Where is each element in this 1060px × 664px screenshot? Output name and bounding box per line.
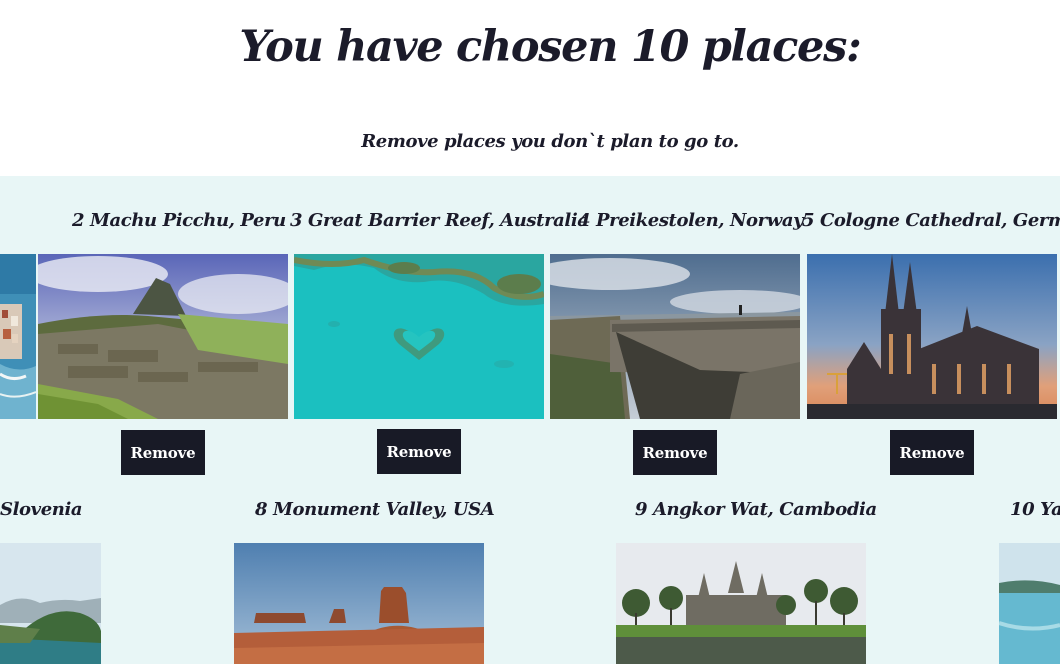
remove-button-machu-picchu[interactable]: Remove (121, 430, 205, 475)
place-label-angkor-wat: 9 Angkor Wat, Cambodia (635, 499, 877, 520)
page-title: You have chosen 10 places: (239, 22, 861, 72)
remove-button-cologne-cathedral[interactable]: Remove (890, 430, 974, 475)
place-label-monument-valley: 8 Monument Valley, USA (255, 499, 495, 520)
place-label-slovenia: Slovenia (0, 499, 83, 520)
place-photo-partial-coast (0, 254, 36, 419)
place-photo-cologne-cathedral (807, 254, 1057, 419)
place-photo-slovenia (0, 543, 101, 664)
place-photo-monument-valley (234, 543, 484, 664)
remove-button-great-barrier-reef[interactable]: Remove (377, 429, 461, 474)
place-photo-angkor-wat (616, 543, 866, 664)
place-photo-partial-10 (999, 543, 1060, 664)
place-label-cologne-cathedral: 5 Cologne Cathedral, Germany (802, 210, 1060, 231)
places-gallery: 2 Machu Picchu, Peru 3 Great Barrier Ree… (0, 176, 1060, 664)
place-photo-great-barrier-reef (294, 254, 544, 419)
place-photo-preikestolen (550, 254, 800, 419)
place-label-great-barrier-reef: 3 Great Barrier Reef, Australia (290, 210, 589, 231)
place-label-partial-10: 10 Yae (1010, 499, 1060, 520)
place-photo-machu-picchu (38, 254, 288, 419)
place-label-machu-picchu: 2 Machu Picchu, Peru (72, 210, 286, 231)
place-label-preikestolen: 4 Preikestolen, Norway (578, 210, 804, 231)
remove-button-preikestolen[interactable]: Remove (633, 430, 717, 475)
page-subtitle: Remove places you don`t plan to go to. (361, 131, 739, 152)
